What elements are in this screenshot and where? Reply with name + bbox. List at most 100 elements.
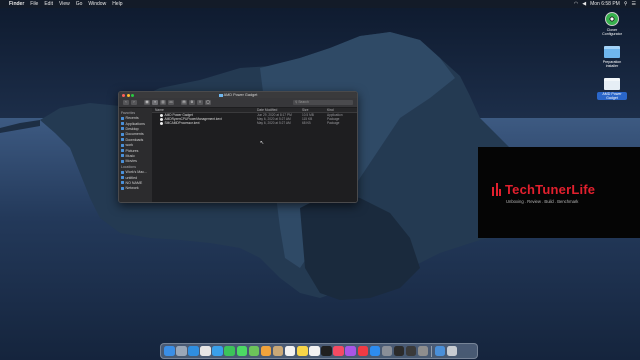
dock-trash-icon[interactable] [446,345,458,357]
forward-button[interactable]: › [131,100,137,105]
search-icon[interactable]: ⚲ [624,1,628,7]
wifi-icon[interactable]: ◠ [574,1,578,7]
finder-window: AMD Power Gadget ‹ › ▦ ≡ ▥ ▭ ▤ ⚙ ⇧ ◯ ⚲ S… [118,91,358,203]
brand-logo-row: TechTunerLife [492,182,640,197]
column-header-name[interactable]: Name [152,108,257,112]
dock-launchpad-icon[interactable] [176,345,187,357]
folder-icon [604,78,620,90]
drive-icon [121,181,124,185]
dock-separator [431,345,433,357]
dock-maps-icon[interactable] [248,345,260,357]
dock-terminal-icon[interactable] [393,345,405,357]
brand-tagline: Unboxing . Review . Build . Benchmark [506,198,579,204]
window-titlebar[interactable]: AMD Power Gadget [119,92,357,98]
package-icon [160,121,163,125]
drive-icon [121,176,124,180]
dock-photos-icon[interactable] [260,345,272,357]
dock-system-preferences-icon[interactable] [381,345,393,357]
menu-edit[interactable]: Edit [44,1,53,7]
menu-file[interactable]: File [30,1,38,7]
column-header-kind[interactable]: Kind [327,108,357,112]
group-button[interactable]: ▤ [181,100,187,105]
channel-branding: TechTunerLife Unboxing . Review . Build … [478,147,640,238]
sidebar-item-movies[interactable]: Movies [121,159,150,164]
movies-icon [121,159,124,163]
file-row[interactable]: SMCAMDProcessor.kext May 6, 2020 at 5:27… [152,121,357,125]
document-icon [121,132,124,136]
application-icon [160,113,163,117]
dock-music-icon[interactable] [333,345,344,357]
view-icons-button[interactable]: ▦ [144,100,150,105]
sidebar-item-mac[interactable]: Work's Mac... [121,170,150,175]
mouse-cursor-icon: ↖ [260,140,265,146]
dock-mail-icon[interactable] [212,345,223,357]
view-gallery-button[interactable]: ▭ [168,100,174,105]
desktop-icon-label: AMD Power Gadget [597,92,627,100]
tag-icon[interactable]: ◯ [205,100,211,105]
pictures-icon [121,149,124,153]
dock-safari-icon[interactable] [188,345,199,357]
dock-app-store-icon[interactable] [369,345,381,357]
clock-icon [121,116,124,120]
dock [160,343,478,359]
dock-disk-utility-icon[interactable] [417,345,429,357]
sidebar-item-network[interactable]: Network [121,186,150,191]
control-center-icon[interactable]: ☰ [632,1,636,7]
action-gear-icon[interactable]: ⚙ [189,100,195,105]
dock-podcasts-icon[interactable] [345,345,356,357]
column-header-size[interactable]: Size [302,108,327,112]
package-icon [160,117,163,121]
menu-help[interactable]: Help [112,1,122,7]
dock-news-icon[interactable] [357,345,368,357]
column-header-date[interactable]: Date Modified [257,108,302,112]
folder-icon [218,93,223,97]
window-title: AMD Power Gadget [119,93,357,97]
view-columns-button[interactable]: ▥ [160,100,166,105]
back-button[interactable]: ‹ [123,100,129,105]
dock-contacts-icon[interactable] [272,345,284,357]
desktop-icon-amd-power-gadget[interactable]: AMD Power Gadget [597,78,627,100]
desktop-icon-label: Preparation installer [602,60,622,68]
dock-chrome-icon[interactable] [200,345,211,357]
sidebar-header-favorites: Favorites [121,111,136,115]
download-icon [121,138,124,142]
view-list-button[interactable]: ≡ [152,100,158,105]
dock-finder-icon[interactable] [164,345,175,357]
dock-reminders-icon[interactable] [309,345,320,357]
applications-icon [121,122,124,126]
menu-bar: Finder File Edit View Go Window Help ◠ ◀… [0,0,640,8]
menu-view[interactable]: View [59,1,70,7]
desktop-icon [121,127,124,131]
menu-window[interactable]: Window [88,1,106,7]
share-icon[interactable]: ⇧ [197,100,203,105]
search-field[interactable]: ⚲ Search [293,100,353,105]
dock-calendar-icon[interactable] [284,345,296,357]
dock-obs-icon[interactable] [405,345,417,357]
dock-facetime-icon[interactable] [224,345,235,357]
volume-icon[interactable]: ◀ [582,1,586,7]
music-icon [121,154,124,158]
brand-name: TechTunerLife [505,181,596,197]
desktop-icon-label: Clover Configurator [602,28,622,36]
dock-downloads-stack-icon[interactable] [434,345,446,357]
menu-go[interactable]: Go [76,1,83,7]
equalizer-logo-icon [492,182,502,196]
dock-tv-icon[interactable] [321,345,332,357]
computer-icon [121,170,124,174]
dock-messages-icon[interactable] [236,345,248,357]
file-list: Name Date Modified Size Kind AMD Power G… [152,108,357,202]
desktop-icon-clover-configurator[interactable]: Clover Configurator [597,12,627,36]
menu-extras: ◠ ◀ Mon 6:58 PM ⚲ ☰ [574,1,636,7]
dock-notes-icon[interactable] [297,345,308,357]
sidebar-header-locations: Locations [121,165,137,170]
folder-icon [604,46,620,58]
menu-app-finder[interactable]: Finder [9,1,24,7]
finder-sidebar: Favorites Recents Applications Desktop D… [119,108,152,202]
desktop-icon-preparation-installer[interactable]: Preparation installer [597,46,627,68]
disk-icon [605,12,619,26]
menu-clock[interactable]: Mon 6:58 PM [590,1,620,7]
network-icon [121,186,124,190]
folder-icon [121,143,124,147]
finder-body: Favorites Recents Applications Desktop D… [119,108,357,202]
finder-toolbar: ‹ › ▦ ≡ ▥ ▭ ▤ ⚙ ⇧ ◯ ⚲ Search [119,98,357,108]
